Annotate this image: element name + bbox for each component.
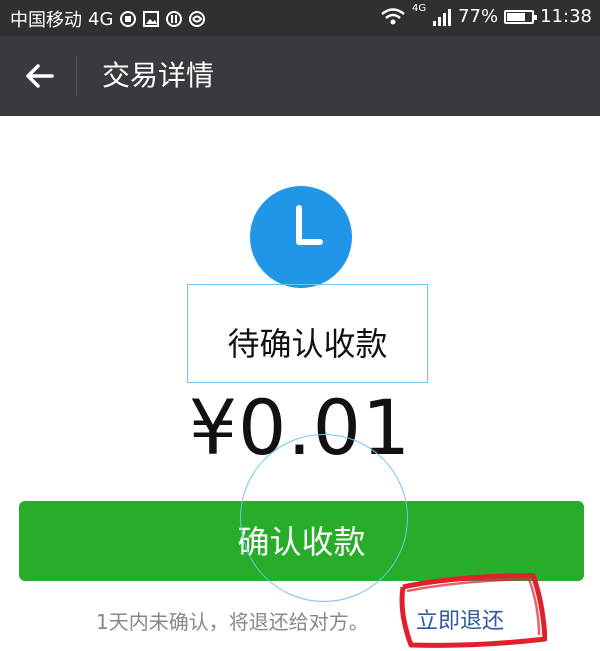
network-type-small: 4G: [411, 3, 427, 14]
status-box: 待确认收款: [187, 284, 428, 383]
page-title: 交易详情: [102, 59, 215, 92]
sim-icon: [120, 11, 137, 27]
status-text: 待确认收款: [227, 325, 388, 363]
status-bar-right: 4G 77% 11:38: [380, 3, 592, 27]
title-bar: 交易详情: [0, 36, 600, 116]
title-divider: [76, 56, 77, 96]
wifi-icon: [381, 7, 405, 24]
settings-icon: [189, 11, 206, 27]
arrow-left-icon[interactable]: [22, 58, 58, 94]
confirm-receipt-button[interactable]: 确认收款: [19, 501, 584, 581]
notification-icons: [119, 10, 206, 28]
refund-now-link[interactable]: 立即退还: [416, 605, 504, 639]
refund-note: 1天内未确认，将退还给对方。: [96, 610, 369, 634]
clock-icon: [250, 186, 352, 288]
status-bar: 中国移动 4G 4G 77% 11:38: [0, 0, 600, 36]
battery-fill: [507, 12, 526, 21]
amount: ¥0.01: [188, 383, 412, 472]
clock-time: 11:38: [540, 6, 592, 27]
notification-icon: [166, 11, 183, 27]
status-bar-left: 中国移动 4G: [10, 6, 206, 32]
battery-percent: 77%: [458, 6, 499, 27]
network-type: 4G: [88, 8, 114, 30]
image-icon: [143, 11, 160, 27]
battery-icon: [504, 9, 538, 24]
signal-icon: [433, 8, 452, 26]
carrier-name: 中国移动: [10, 10, 82, 31]
